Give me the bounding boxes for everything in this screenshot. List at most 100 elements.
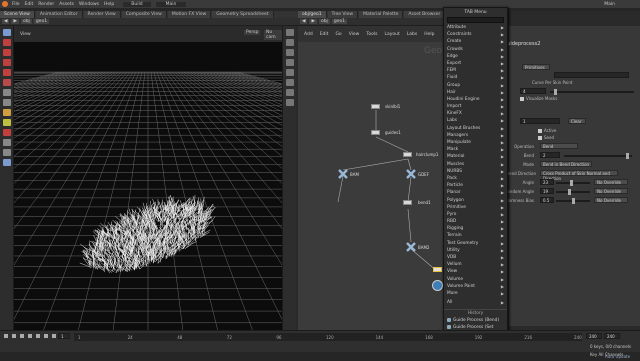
tab-motion-fx-view[interactable]: Motion FX View: [168, 11, 211, 18]
net-back-button[interactable]: ◀: [300, 19, 307, 24]
net-menu-tools[interactable]: Tools: [366, 32, 377, 37]
step-back-icon[interactable]: [12, 334, 16, 338]
node-gdef-x-icon[interactable]: [406, 169, 416, 179]
net-menu-add[interactable]: Add: [304, 32, 313, 37]
main-label[interactable]: Main: [604, 2, 615, 7]
tab-geometry-spreadsheet[interactable]: Geometry Spreadsheet: [212, 11, 273, 18]
stop-icon[interactable]: [28, 334, 32, 338]
jump-start-icon[interactable]: [4, 334, 8, 338]
shading-icon[interactable]: [286, 39, 294, 46]
tab-menu-item[interactable]: Attribute▶: [444, 24, 507, 31]
net-menu-help[interactable]: Help: [424, 32, 434, 37]
tab-menu-item[interactable]: Muscles▶: [444, 161, 507, 168]
random-angle-field[interactable]: 19: [540, 188, 554, 194]
mode-dropdown[interactable]: Bend in Bend Direction: [540, 161, 592, 167]
lighting-icon[interactable]: [286, 59, 294, 66]
snap-tool-icon[interactable]: [3, 119, 11, 126]
angle-field[interactable]: 23: [540, 179, 554, 185]
tab-menu-item[interactable]: Particle▶: [444, 182, 507, 189]
net-menu-edit[interactable]: Edit: [320, 32, 329, 37]
tab-menu-item[interactable]: VDB▶: [444, 254, 507, 261]
tab-menu-item[interactable]: Volume▶: [444, 276, 507, 283]
tab-tree-view[interactable]: Tree View: [328, 11, 359, 18]
forward-button[interactable]: ▶: [11, 19, 18, 24]
menu-render[interactable]: Render: [38, 2, 54, 7]
tab-menu-item[interactable]: FEM▶: [444, 67, 507, 74]
play-icon[interactable]: [36, 334, 40, 338]
tab-menu-item[interactable]: Hair▶: [444, 89, 507, 96]
menu-windows[interactable]: Windows: [79, 2, 99, 7]
desktop-dropdown[interactable]: Main: [156, 2, 187, 7]
tab-menu-item[interactable]: Vellum▶: [444, 261, 507, 268]
seed-checkbox[interactable]: [538, 136, 542, 140]
tab-menu-item[interactable]: More▶: [444, 290, 507, 297]
random-angle-slider[interactable]: [556, 191, 590, 193]
net-menu-go[interactable]: Go: [335, 32, 341, 37]
count-slider[interactable]: [550, 91, 634, 93]
net-forward-button[interactable]: ▶: [309, 19, 316, 24]
tab-menu-item[interactable]: Volume Paint▶: [444, 283, 507, 290]
clear-button[interactable]: Clear: [568, 118, 586, 124]
node-bend[interactable]: [403, 200, 412, 205]
tab-composite-view[interactable]: Composite View: [122, 11, 167, 18]
tab-render-view[interactable]: Render View: [84, 11, 121, 18]
path-geo[interactable]: geo1: [34, 19, 49, 24]
jump-end-icon[interactable]: [52, 334, 56, 338]
tab-menu-all[interactable]: All▶: [444, 299, 507, 306]
step-forward-icon[interactable]: [44, 334, 48, 338]
tab-menu-item[interactable]: Terrain▶: [444, 232, 507, 239]
scene-viewport[interactable]: [14, 42, 282, 346]
tab-menu-item[interactable]: Rigging▶: [444, 225, 507, 232]
randomness-override-dropdown[interactable]: No Override: [594, 197, 628, 203]
visualize-checkbox[interactable]: [520, 97, 524, 101]
randomness-field[interactable]: 0.5: [540, 197, 554, 203]
count-field[interactable]: 4: [520, 88, 546, 94]
tab-menu-item[interactable]: KineFX▶: [444, 110, 507, 117]
tab-asset-browser[interactable]: Asset Browser: [404, 11, 445, 18]
auto-update-toggle[interactable]: Auto Update: [605, 354, 630, 359]
menu-edit[interactable]: Edit: [25, 2, 34, 7]
tab-menu-item[interactable]: Create▶: [444, 38, 507, 45]
net-menu-layout[interactable]: Layout: [384, 32, 399, 37]
path-obj[interactable]: obj: [21, 19, 32, 24]
handle-tool-icon[interactable]: [3, 69, 11, 76]
tab-menu-item[interactable]: Houdini Engine▶: [444, 96, 507, 103]
node-guideprocess[interactable]: [433, 267, 442, 272]
select-tool-icon[interactable]: [3, 29, 11, 36]
tab-menu-item[interactable]: RBD▶: [444, 218, 507, 225]
angle-slider[interactable]: [556, 182, 590, 184]
operation-dropdown[interactable]: Bend: [540, 143, 578, 149]
tab-menu-item[interactable]: Constraints▶: [444, 31, 507, 38]
magnet-tool-icon[interactable]: [3, 129, 11, 136]
history-item[interactable]: Guide Process (Bend): [444, 317, 507, 324]
tab-menu-item[interactable]: Mask▶: [444, 146, 507, 153]
back-button[interactable]: ◀: [2, 19, 9, 24]
rotate-tool-icon[interactable]: [3, 49, 11, 56]
tab-menu-item[interactable]: Crowds▶: [444, 46, 507, 53]
tab-menu-item[interactable]: Pack▶: [444, 175, 507, 182]
menu-file[interactable]: File: [12, 2, 20, 7]
bend-direction-dropdown[interactable]: Cross Product of Skin Normal and Directi…: [540, 170, 618, 176]
persp-dropdown[interactable]: Persp: [244, 30, 260, 35]
play-reverse-icon[interactable]: [20, 334, 24, 338]
ghost-icon[interactable]: [286, 89, 294, 96]
menu-assets[interactable]: Assets: [59, 2, 74, 7]
tab-menu-item[interactable]: Fluid▶: [444, 74, 507, 81]
node-hairclump[interactable]: [403, 152, 412, 157]
tab-scene-view[interactable]: Scene View: [0, 11, 35, 18]
measure-tool-icon[interactable]: [3, 149, 11, 156]
angle-override-dropdown[interactable]: No Override: [594, 179, 628, 185]
node-skinlbl[interactable]: [371, 104, 380, 109]
group-tool-icon[interactable]: [3, 159, 11, 166]
node-hair-icon[interactable]: [432, 280, 443, 291]
pose-tool-icon[interactable]: [3, 79, 11, 86]
range-end2-field[interactable]: 240: [604, 333, 620, 339]
tab-menu-item[interactable]: Material▶: [444, 153, 507, 160]
tab-menu-item[interactable]: Test Geometry▶: [444, 240, 507, 247]
grid-icon[interactable]: [286, 79, 294, 86]
tab-menu-item[interactable]: NURBS▶: [444, 168, 507, 175]
tab-menu-item[interactable]: Planar▶: [444, 189, 507, 196]
tab-menu-item[interactable]: Edge▶: [444, 53, 507, 60]
view-tool-icon[interactable]: [3, 89, 11, 96]
wireframe-icon[interactable]: [286, 49, 294, 56]
